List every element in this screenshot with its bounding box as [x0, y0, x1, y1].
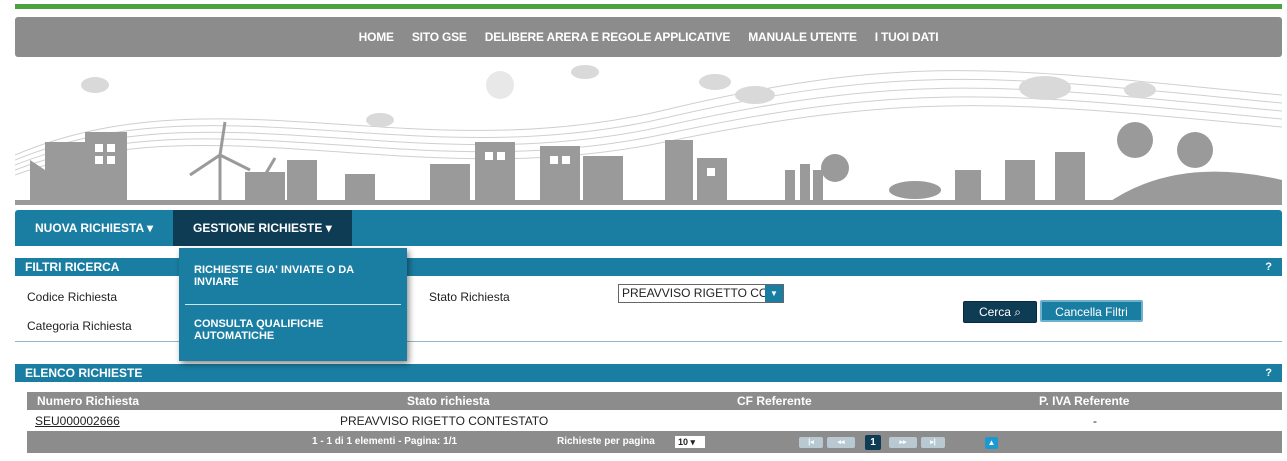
table-row: SEU000002666 PREAVVISO RIGETTO CONTESTAT… [27, 412, 1282, 430]
elenco-help-icon[interactable]: ? [1265, 364, 1272, 382]
row-stato-cell: PREAVVISO RIGETTO CONTESTATO [340, 414, 549, 428]
codice-richiesta-label: Codice Richiesta [27, 290, 118, 304]
per-page-label: Richieste per pagina [557, 436, 655, 447]
top-navigation: HOME SITO GSE DELIBERE ARERA E REGOLE AP… [15, 17, 1282, 57]
pager-info: 1 - 1 di 1 elementi - Pagina: 1/1 [312, 436, 458, 447]
nav-tuoi-dati-link[interactable]: I TUOI DATI [875, 30, 939, 44]
cerca-button[interactable]: Cerca ⌕ [963, 301, 1037, 323]
richiesta-link[interactable]: SEU000002666 [35, 414, 120, 428]
column-header-piva[interactable]: P. IVA Referente [1039, 392, 1129, 410]
last-page-button[interactable]: ▸| [921, 437, 945, 448]
table-header: Numero Richiesta Stato richiesta CF Refe… [27, 392, 1282, 410]
column-header-cf[interactable]: CF Referente [737, 392, 812, 410]
chevron-down-icon[interactable]: ▼ [765, 285, 783, 302]
dropdown-divider [185, 304, 401, 305]
menu-gestione-richieste[interactable]: GESTIONE RICHIESTE ▾ [173, 210, 352, 246]
first-page-button[interactable]: |◂ [799, 437, 823, 448]
filtri-help-icon[interactable]: ? [1265, 258, 1272, 276]
nav-sito-gse-link[interactable]: SITO GSE [412, 30, 467, 44]
scroll-top-icon[interactable]: ▲ [985, 437, 998, 449]
nav-manuale-link[interactable]: MANUALE UTENTE [748, 30, 857, 44]
menu-item-richieste-inviate[interactable]: RICHIESTE GIA' INVIATE O DA INVIARE [194, 264, 394, 288]
filtri-panel-title: FILTRI RICERCA [25, 260, 120, 274]
menu-nuova-richiesta[interactable]: NUOVA RICHIESTA ▾ [15, 210, 173, 246]
current-page-button[interactable]: 1 [865, 435, 881, 450]
menu-item-consulta-qualifiche[interactable]: CONSULTA QUALIFICHE AUTOMATICHE [194, 318, 394, 342]
table-pager: 1 - 1 di 1 elementi - Pagina: 1/1 Richie… [27, 431, 1282, 453]
stato-richiesta-label: Stato Richiesta [429, 290, 510, 304]
elenco-panel-title: ELENCO RICHIESTE [25, 366, 143, 380]
column-header-stato[interactable]: Stato richiesta [407, 392, 490, 410]
per-page-select[interactable]: 10 ▾ [675, 436, 705, 448]
next-page-button[interactable]: ▸▸ [889, 437, 917, 448]
gestione-richieste-dropdown: RICHIESTE GIA' INVIATE O DA INVIARE CONS… [179, 248, 407, 361]
stato-richiesta-select[interactable]: PREAVVISO RIGETTO CONTESTATO ▼ [618, 284, 784, 303]
categoria-richiesta-label: Categoria Richiesta [27, 319, 132, 333]
prev-page-button[interactable]: ◂◂ [827, 437, 855, 448]
top-accent-bar [15, 4, 1282, 9]
cancella-filtri-button[interactable]: Cancella Filtri [1040, 300, 1143, 322]
header-banner-illustration [15, 60, 1282, 205]
column-header-numero[interactable]: Numero Richiesta [37, 392, 139, 410]
nav-delibere-link[interactable]: DELIBERE ARERA E REGOLE APPLICATIVE [485, 30, 731, 44]
nav-home-link[interactable]: HOME [359, 30, 394, 44]
city-energy-illustration [15, 65, 1282, 205]
stato-richiesta-value: PREAVVISO RIGETTO CONTESTATO [622, 286, 783, 300]
elenco-panel-header: ELENCO RICHIESTE ? [15, 364, 1282, 382]
main-menu-bar: NUOVA RICHIESTA ▾ GESTIONE RICHIESTE ▾ [15, 210, 1282, 246]
row-piva-cell: - [1093, 414, 1097, 428]
